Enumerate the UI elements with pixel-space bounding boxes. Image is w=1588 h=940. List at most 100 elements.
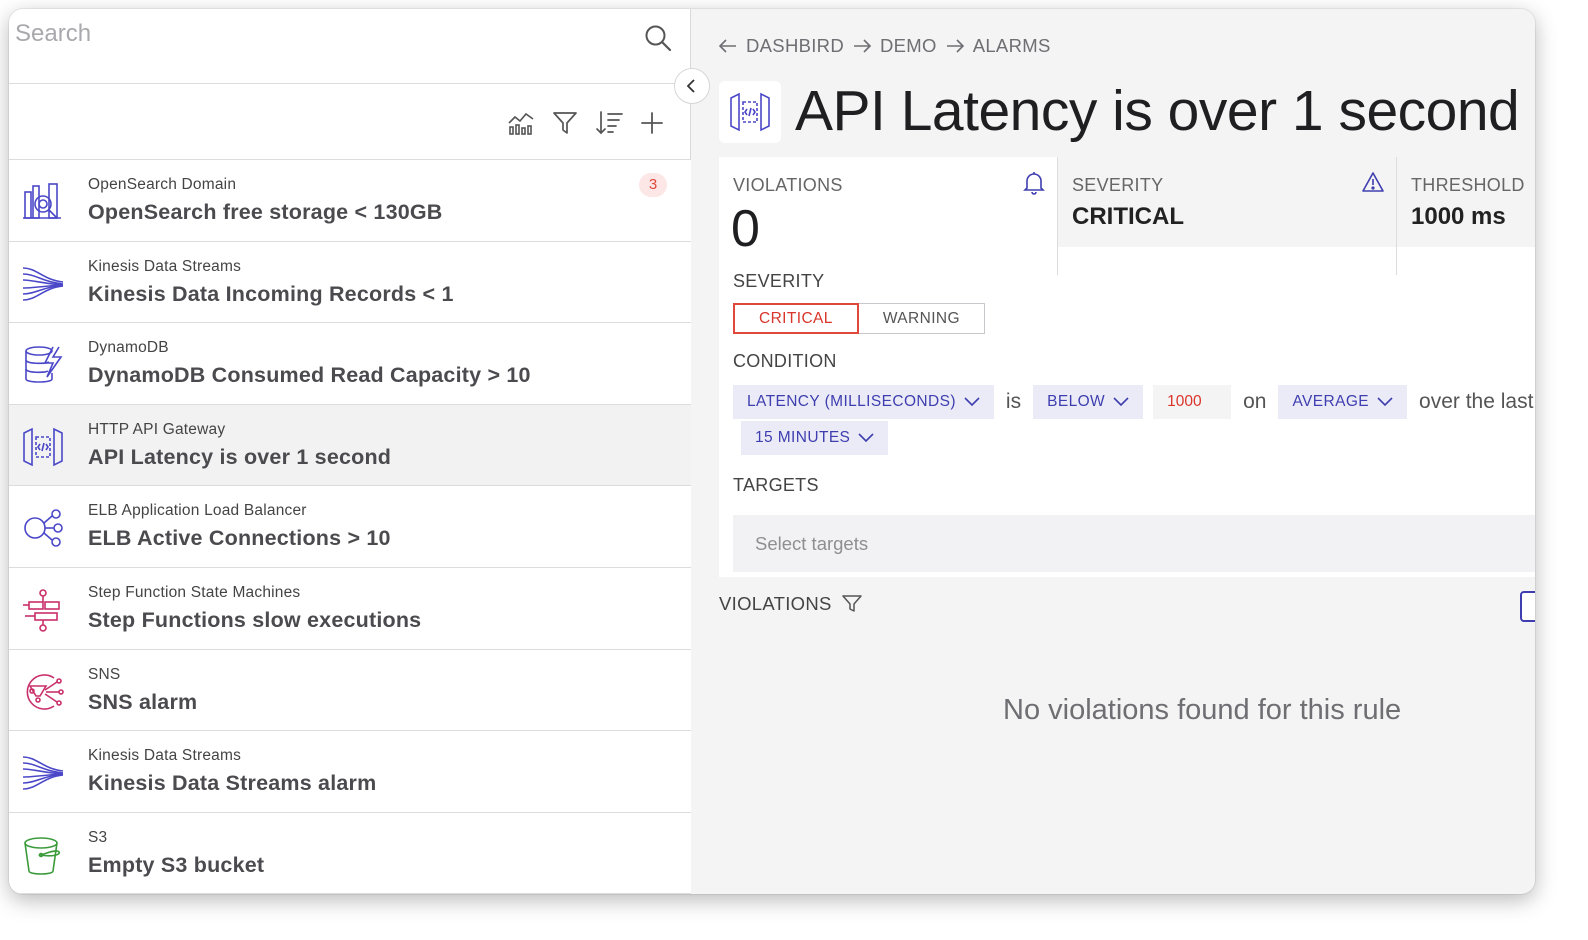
page-title: API Latency is over 1 second: [795, 79, 1520, 143]
threshold-stat: THRESHOLD 1000 ms: [1397, 157, 1535, 247]
chevron-down-icon: [1377, 397, 1393, 407]
alarm-title: SNS alarm: [88, 689, 198, 714]
service-name: Kinesis Data Streams: [88, 747, 242, 765]
add-icon[interactable]: [637, 108, 667, 138]
view-toggle-button[interactable]: [1520, 591, 1535, 622]
targets-label: TARGETS: [733, 475, 819, 495]
severity-critical-option[interactable]: CRITICAL: [733, 303, 859, 334]
violations-stat: VIOLATIONS 0: [719, 157, 1057, 275]
api-gateway-icon: [719, 81, 781, 143]
filter-icon[interactable]: [550, 108, 580, 138]
severity-stat-label: SEVERITY: [1072, 175, 1164, 195]
back-arrow-icon[interactable]: [718, 38, 738, 54]
alarm-list-panel: OpenSearch Domain OpenSearch free storag…: [9, 9, 691, 894]
alarm-title: Empty S3 bucket: [88, 852, 265, 877]
service-name: Kinesis Data Streams: [88, 257, 242, 275]
threshold-input[interactable]: 1000: [1153, 385, 1232, 419]
list-item[interactable]: Step Function State Machines Step Functi…: [9, 567, 691, 650]
period-select-value: 15 MINUTES: [755, 429, 851, 446]
breadcrumb: DASHBIRD DEMO ALARMS: [718, 35, 1051, 57]
s3-icon: [21, 833, 65, 877]
violations-stat-label: VIOLATIONS: [733, 175, 843, 195]
arrow-right-icon: [946, 39, 964, 53]
threshold-stat-label: THRESHOLD: [1411, 175, 1525, 195]
list-item[interactable]: DynamoDB DynamoDB Consumed Read Capacity…: [9, 323, 691, 405]
collapse-panel-button[interactable]: [674, 68, 710, 104]
violations-stat-value: 0: [731, 200, 760, 258]
list-item[interactable]: HTTP API Gateway API Latency is over 1 s…: [9, 404, 691, 487]
alarm-title: API Latency is over 1 second: [88, 444, 392, 469]
search-input[interactable]: [15, 17, 615, 51]
kinesis-icon: [21, 262, 65, 306]
service-name: OpenSearch Domain: [88, 176, 237, 193]
elb-icon: [21, 506, 65, 550]
violations-section-label: VIOLATIONS: [719, 593, 832, 614]
alarm-detail-panel: DASHBIRD DEMO ALARMS API Latency is over…: [691, 9, 1535, 894]
violations-header: VIOLATIONS: [719, 593, 862, 615]
warning-icon: [1362, 172, 1384, 192]
severity-stat: SEVERITY CRITICAL: [1058, 157, 1396, 247]
list-item[interactable]: S3 Empty S3 bucket: [9, 812, 691, 894]
service-name: S3: [88, 828, 108, 846]
sort-icon[interactable]: [594, 108, 624, 138]
alarm-title: Kinesis Data Streams alarm: [88, 771, 377, 796]
threshold-stat-value: 1000 ms: [1411, 203, 1506, 230]
breadcrumb-item[interactable]: ALARMS: [973, 35, 1051, 57]
condition-text-on: on: [1243, 390, 1267, 413]
chevron-down-icon: [858, 433, 874, 443]
step-functions-icon: [21, 588, 65, 632]
dynamodb-icon: [21, 343, 65, 387]
opensearch-icon: [21, 180, 65, 224]
condition-row: LATENCY (MILLISECONDS) is BELOW 1000 on …: [733, 385, 1535, 419]
list-item[interactable]: Kinesis Data Streams Kinesis Data Incomi…: [9, 241, 691, 324]
service-name: Step Function State Machines: [88, 583, 301, 601]
severity-stat-value: CRITICAL: [1072, 203, 1184, 230]
empty-state-message: No violations found for this rule: [1003, 694, 1402, 726]
alarm-list: OpenSearch Domain OpenSearch free storag…: [9, 160, 691, 894]
severity-selector: CRITICAL WARNING: [733, 303, 985, 334]
condition-text-is: is: [1005, 390, 1022, 413]
service-name: SNS: [88, 665, 121, 683]
chevron-down-icon: [1113, 397, 1129, 407]
comparison-select-value: BELOW: [1047, 393, 1106, 410]
list-item[interactable]: Kinesis Data Streams Kinesis Data Stream…: [9, 731, 691, 813]
violation-count-badge: 3: [639, 173, 667, 197]
list-toolbar: [9, 84, 691, 160]
chart-icon[interactable]: [506, 108, 536, 138]
metric-select-value: LATENCY (MILLISECONDS): [747, 393, 956, 410]
severity-warning-option[interactable]: WARNING: [858, 303, 985, 334]
bell-icon[interactable]: [1023, 171, 1045, 195]
severity-label: SEVERITY: [733, 271, 825, 291]
breadcrumb-item[interactable]: DASHBIRD: [746, 35, 844, 57]
filter-icon[interactable]: [841, 594, 862, 614]
chevron-down-icon: [964, 397, 980, 407]
alarm-settings-card: VIOLATIONS 0 SEVERITY CRITICAL THRESHOLD…: [719, 157, 1535, 577]
aggregation-select[interactable]: AVERAGE: [1278, 385, 1408, 419]
app-window: OpenSearch Domain OpenSearch free storag…: [9, 9, 1535, 894]
period-select[interactable]: 15 MINUTES: [741, 421, 889, 455]
alarm-title: ELB Active Connections > 10: [88, 526, 391, 551]
breadcrumb-item[interactable]: DEMO: [880, 35, 937, 57]
list-item[interactable]: ELB Application Load Balancer ELB Active…: [9, 486, 691, 568]
search-bar: [9, 9, 691, 84]
service-name: DynamoDB: [88, 339, 169, 357]
alarm-title: OpenSearch free storage < 130GB: [88, 200, 443, 224]
aggregation-select-value: AVERAGE: [1292, 393, 1370, 410]
arrow-right-icon: [854, 39, 872, 53]
service-name: ELB Application Load Balancer: [88, 502, 307, 520]
alarm-title: Step Functions slow executions: [88, 607, 422, 632]
comparison-select[interactable]: BELOW: [1033, 385, 1144, 419]
kinesis-icon: [21, 751, 65, 795]
list-item[interactable]: SNS SNS alarm: [9, 649, 691, 732]
search-icon[interactable]: [643, 23, 673, 53]
condition-label: CONDITION: [733, 351, 837, 371]
condition-text-over: over the last: [1419, 390, 1534, 413]
list-item[interactable]: OpenSearch Domain OpenSearch free storag…: [9, 160, 691, 242]
chevron-left-icon: [686, 79, 695, 93]
sns-icon: [21, 670, 65, 714]
targets-input[interactable]: [733, 515, 1535, 572]
alarm-title: Kinesis Data Incoming Records < 1: [88, 281, 454, 306]
metric-select[interactable]: LATENCY (MILLISECONDS): [733, 385, 994, 419]
service-name: HTTP API Gateway: [88, 420, 226, 438]
alarm-title: DynamoDB Consumed Read Capacity > 10: [88, 363, 531, 388]
